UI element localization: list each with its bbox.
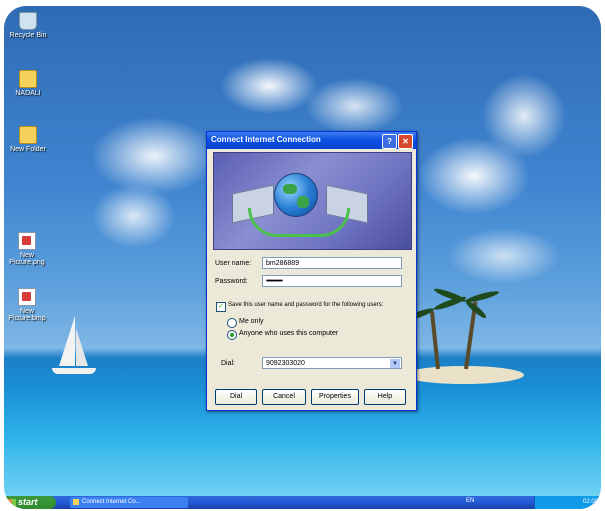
desktop-icon-label: New Folder <box>10 146 46 153</box>
system-tray: 02:00 <box>534 496 601 509</box>
language-indicator[interactable]: EN <box>466 498 474 504</box>
recycle-bin-icon <box>19 12 37 30</box>
help-button[interactable]: Help <box>364 389 406 405</box>
desktop-icon-recycle-bin[interactable]: Recycle Bin <box>4 12 60 39</box>
taskbar-item-connect[interactable]: Connect Internet Co... <box>70 497 188 508</box>
folder-icon <box>73 499 79 505</box>
start-label: start <box>18 497 38 507</box>
dialog-title: Connect Internet Connection <box>211 135 321 144</box>
sailboat-sail <box>59 316 75 366</box>
desktop-icon-new-folder[interactable]: New Folder <box>4 126 60 153</box>
username-field[interactable]: bm286889 <box>262 257 402 269</box>
connection-arc <box>248 208 350 237</box>
dial-label: Dial: <box>221 360 236 367</box>
desktop-icon-new-picture-png[interactable]: New Picture.png <box>4 232 52 266</box>
folder-icon <box>19 70 37 88</box>
connect-dialog: Connect Internet Connection ? ✕ User nam… <box>206 131 417 411</box>
clock[interactable]: 02:00 <box>583 499 598 505</box>
me-only-radio[interactable] <box>227 318 237 328</box>
cancel-button[interactable]: Cancel <box>262 389 306 405</box>
windows-logo-icon <box>8 499 16 507</box>
photo-frame: Recycle Bin NADALI New Folder New Pictur… <box>0 0 605 511</box>
dial-number-select[interactable]: 9092303020 ▼ <box>262 357 402 369</box>
username-label: User name: <box>215 260 252 267</box>
dial-button[interactable]: Dial <box>215 389 257 405</box>
taskbar: start Connect Internet Co... EN 02:00 <box>4 496 601 509</box>
save-password-label: Save this user name and password for the… <box>228 302 384 308</box>
sailboat-jib <box>76 328 88 366</box>
palm-trunk <box>429 311 440 370</box>
chevron-down-icon[interactable]: ▼ <box>390 359 400 368</box>
desktop-icon-nadali[interactable]: NADALI <box>4 70 60 97</box>
me-only-label: Me only <box>239 318 264 325</box>
password-field[interactable]: ••••••••••• <box>262 275 402 287</box>
desktop: Recycle Bin NADALI New Folder New Pictur… <box>4 6 601 509</box>
start-button[interactable]: start <box>4 496 56 509</box>
image-file-icon <box>18 288 36 306</box>
connection-banner <box>213 152 412 250</box>
dialog-titlebar[interactable]: Connect Internet Connection ? ✕ <box>207 132 416 149</box>
desktop-icon-label: NADALI <box>15 90 41 97</box>
password-label: Password: <box>215 278 248 285</box>
close-icon[interactable]: ✕ <box>398 134 413 149</box>
desktop-icon-label: New Picture.bmp <box>8 308 46 322</box>
anyone-radio[interactable] <box>227 330 237 340</box>
image-file-icon <box>18 232 36 250</box>
dial-number-value: 9092303020 <box>266 360 305 367</box>
anyone-label: Anyone who uses this computer <box>239 330 339 337</box>
folder-icon <box>19 126 37 144</box>
desktop-icon-new-picture-bmp[interactable]: New Picture.bmp <box>4 288 52 322</box>
desktop-icon-label: Recycle Bin <box>9 32 47 39</box>
desktop-icon-label: New Picture.png <box>9 252 45 266</box>
taskbar-item-label: Connect Internet Co... <box>82 499 141 505</box>
sailboat-hull <box>52 368 96 374</box>
help-icon[interactable]: ? <box>382 134 397 149</box>
properties-button[interactable]: Properties <box>311 389 359 405</box>
save-password-checkbox[interactable]: ✓ <box>216 302 226 312</box>
